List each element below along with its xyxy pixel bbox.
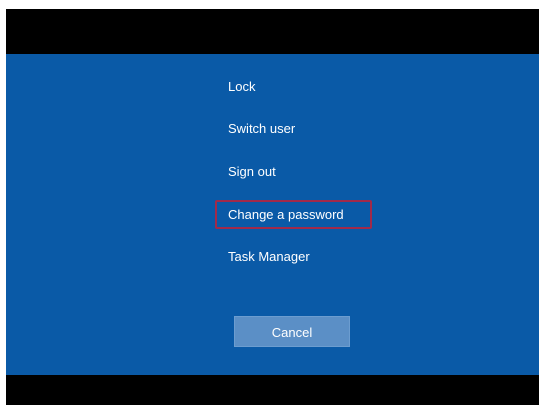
switch-user-option[interactable]: Switch user: [228, 121, 295, 137]
security-options-panel: Lock Switch user Sign out Change a passw…: [6, 54, 539, 375]
change-password-option[interactable]: Change a password: [228, 207, 344, 223]
lock-option[interactable]: Lock: [228, 79, 255, 95]
task-manager-option[interactable]: Task Manager: [228, 249, 310, 265]
bottom-letterbox-bar: [6, 375, 539, 405]
security-options-screen: Lock Switch user Sign out Change a passw…: [6, 9, 539, 405]
cancel-button[interactable]: Cancel: [234, 316, 350, 347]
sign-out-option[interactable]: Sign out: [228, 164, 276, 180]
top-letterbox-bar: [6, 9, 539, 54]
